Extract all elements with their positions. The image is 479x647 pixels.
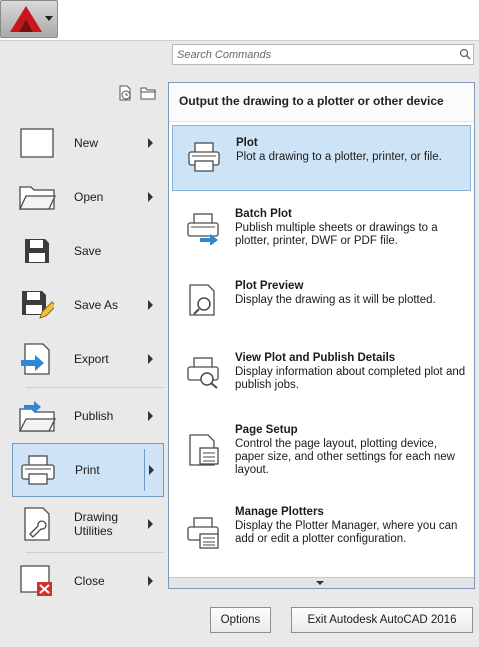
- save-as-icon: [14, 286, 60, 324]
- submenu-arrow-icon: [148, 192, 153, 202]
- manage-plotters-icon: [187, 517, 219, 549]
- submenu-item-page-setup[interactable]: Page Setup Control the page layout, plot…: [172, 413, 471, 491]
- menu-item-label: Save As: [74, 298, 119, 312]
- autocad-logo-icon: [10, 6, 42, 32]
- printer-icon: [188, 142, 220, 172]
- submenu-item-manage-plotters[interactable]: Manage Plotters Display the Plotter Mana…: [172, 495, 471, 573]
- submenu-arrow-icon: [148, 519, 153, 529]
- exit-autocad-button[interactable]: Exit Autodesk AutoCAD 2016: [291, 607, 473, 633]
- open-folder-icon: [14, 178, 60, 216]
- menu-item-label: Close: [74, 574, 105, 588]
- menu-item-close[interactable]: Close: [12, 554, 164, 608]
- printer-icon: [15, 451, 61, 489]
- submenu-item-title: Page Setup: [235, 424, 298, 436]
- submenu-item-description: Display the drawing as it will be plotte…: [235, 294, 436, 306]
- open-documents-icon: [140, 87, 156, 100]
- submenu-arrow-icon: [148, 354, 153, 364]
- application-menu-list: New Open Save Save As Export Publish Pri…: [12, 116, 164, 608]
- submenu-item-batch-plot[interactable]: Batch Plot Publish multiple sheets or dr…: [172, 197, 471, 263]
- menu-item-label: Open: [74, 190, 104, 204]
- submenu-item-title: Manage Plotters: [235, 506, 324, 518]
- close-document-icon: [14, 562, 60, 600]
- options-button[interactable]: Options: [210, 607, 271, 633]
- plot-preview-icon: [189, 284, 215, 316]
- submenu-item-description: Display information about completed plot…: [235, 366, 466, 391]
- publish-icon: [14, 397, 60, 435]
- plot-details-icon: [187, 357, 219, 389]
- menu-item-save[interactable]: Save: [12, 224, 164, 278]
- scroll-down-icon: [316, 581, 324, 585]
- recent-documents-icon: [119, 85, 131, 101]
- menu-item-label: Export: [74, 352, 109, 366]
- submenu-item-title: Batch Plot: [235, 208, 292, 220]
- menu-item-label: Print: [75, 463, 100, 477]
- export-icon: [14, 340, 60, 378]
- menu-item-label: New: [74, 136, 99, 150]
- search-input[interactable]: [173, 45, 443, 64]
- menu-item-label: Publish: [74, 409, 114, 423]
- split-divider: [144, 449, 145, 491]
- search-box: [172, 44, 474, 65]
- recent-documents-button[interactable]: [114, 83, 136, 103]
- submenu-arrow-icon: [148, 576, 153, 586]
- menu-divider: [26, 552, 164, 553]
- submenu-arrow-icon: [148, 411, 153, 421]
- chevron-down-icon: [45, 16, 53, 21]
- menu-item-drawing-utilities[interactable]: Drawing Utilities: [12, 497, 164, 551]
- application-menu-button[interactable]: [0, 0, 58, 38]
- batch-plot-icon: [187, 213, 219, 245]
- search-icon[interactable]: [459, 48, 471, 60]
- submenu-item-title: Plot Preview: [235, 280, 304, 292]
- submenu-header: Output the drawing to a plotter or other…: [169, 83, 474, 122]
- new-document-icon: [14, 124, 60, 162]
- submenu-item-title: View Plot and Publish Details: [235, 352, 396, 364]
- drawing-utilities-icon: [14, 505, 60, 543]
- submenu-item-plot-preview[interactable]: Plot Preview Display the drawing as it w…: [172, 269, 471, 335]
- page-setup-icon: [189, 434, 219, 466]
- menu-item-label: Save: [74, 244, 102, 258]
- menu-item-publish[interactable]: Publish: [12, 389, 164, 443]
- menu-item-label: Drawing Utilities: [74, 510, 119, 538]
- submenu-arrow-icon[interactable]: [149, 465, 154, 475]
- menu-item-open[interactable]: Open: [12, 170, 164, 224]
- submenu-item-description: Plot a drawing to a plotter, printer, or…: [236, 151, 442, 163]
- menu-divider: [26, 387, 164, 388]
- print-submenu: Output the drawing to a plotter or other…: [168, 82, 475, 589]
- submenu-item-description: Publish multiple sheets or drawings to a…: [235, 222, 438, 247]
- submenu-scroll-down[interactable]: [169, 577, 474, 588]
- submenu-item-description: Control the page layout, plotting device…: [235, 438, 455, 476]
- menu-item-new[interactable]: New: [12, 116, 164, 170]
- menu-item-export[interactable]: Export: [12, 332, 164, 386]
- submenu-item-description: Display the Plotter Manager, where you c…: [235, 520, 458, 545]
- view-toggles: [114, 83, 159, 103]
- submenu-item-plot[interactable]: Plot Plot a drawing to a plotter, printe…: [172, 125, 471, 191]
- submenu-arrow-icon: [148, 300, 153, 310]
- menu-item-save-as[interactable]: Save As: [12, 278, 164, 332]
- open-documents-button[interactable]: [137, 83, 159, 103]
- submenu-item-plot-details[interactable]: View Plot and Publish Details Display in…: [172, 341, 471, 407]
- menu-item-print[interactable]: Print: [12, 443, 164, 497]
- submenu-item-title: Plot: [236, 137, 258, 149]
- submenu-arrow-icon: [148, 138, 153, 148]
- save-disk-icon: [14, 232, 60, 270]
